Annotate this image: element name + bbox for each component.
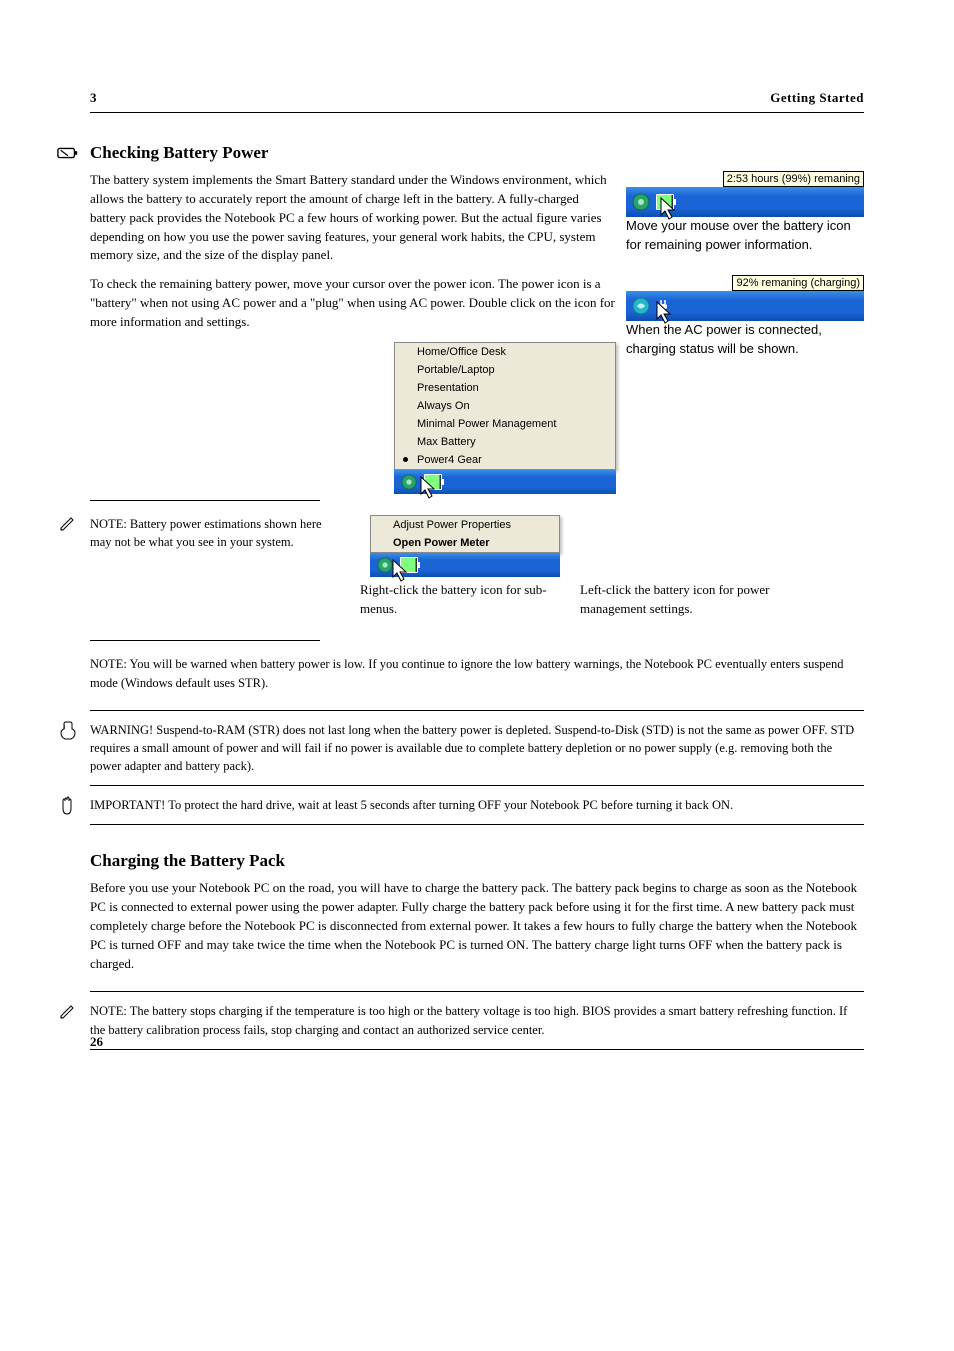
battery-tray-icon[interactable]	[656, 193, 674, 211]
power4gear-tray-icon[interactable]	[632, 193, 650, 211]
menu-item[interactable]: Portable/Laptop	[395, 361, 615, 379]
note-estimations: NOTE: Battery power estimations shown he…	[90, 515, 330, 551]
menu-item-adjust-power[interactable]: Adjust Power Properties	[371, 516, 559, 534]
tray-tooltip-remaining: 2:53 hours (99%) remaning Move your mous…	[626, 171, 864, 265]
header-section-title: Getting Started	[770, 90, 864, 106]
power4gear-tray-icon[interactable]	[400, 473, 418, 491]
power4gear-tray-icon[interactable]	[632, 297, 650, 315]
pencil-note-icon	[56, 1002, 80, 1025]
caption-rightclick: Right-click the battery icon for sub-men…	[360, 581, 550, 619]
battery-tray-icon[interactable]	[424, 473, 442, 491]
menu-item-selected[interactable]: Power4 Gear	[395, 451, 615, 469]
plug-tray-icon[interactable]	[656, 297, 674, 315]
warning-hot-icon	[56, 721, 80, 746]
power-scheme-menu[interactable]: Home/Office Desk Portable/Laptop Present…	[394, 342, 616, 470]
taskbar[interactable]	[394, 470, 616, 494]
tooltip-text: 2:53 hours (99%) remaning	[723, 171, 864, 187]
section-title-charge: Charging the Battery Pack	[90, 851, 864, 871]
menu-item[interactable]: Presentation	[395, 379, 615, 397]
battery-tray-icon[interactable]	[400, 556, 418, 574]
menu-item-open-power-meter[interactable]: Open Power Meter	[371, 534, 559, 552]
page-number: 26	[90, 1034, 103, 1050]
tray-tooltip-charging: 92% remaning (charging) When the AC powe…	[626, 275, 864, 369]
battery-icon	[56, 145, 80, 166]
battery-context-menu-block: Adjust Power Properties Open Power Meter	[370, 515, 560, 577]
note-low-battery: NOTE: You will be warned when battery po…	[90, 655, 864, 691]
caption-leftclick: Left-click the battery icon for power ma…	[580, 581, 802, 619]
battery-context-menu[interactable]: Adjust Power Properties Open Power Meter	[370, 515, 560, 553]
menu-item[interactable]: Always On	[395, 397, 615, 415]
tooltip-text-charging: 92% remaning (charging)	[732, 275, 864, 291]
charge-body: Before you use your Notebook PC on the r…	[90, 879, 864, 973]
important-text: IMPORTANT! To protect the hard drive, wa…	[90, 796, 864, 814]
menu-item[interactable]: Home/Office Desk	[395, 343, 615, 361]
power4gear-tray-icon[interactable]	[376, 556, 394, 574]
taskbar[interactable]	[370, 553, 560, 577]
power-scheme-menu-block: Home/Office Desk Portable/Laptop Present…	[394, 342, 616, 494]
taskbar[interactable]	[626, 291, 864, 321]
menu-item[interactable]: Max Battery	[395, 433, 615, 451]
taskbar[interactable]	[626, 187, 864, 217]
header-section-number: 3	[90, 90, 97, 106]
menu-item[interactable]: Minimal Power Management	[395, 415, 615, 433]
warning-text: WARNING! Suspend-to-RAM (STR) does not l…	[90, 721, 864, 775]
section-title-check: Checking Battery Power	[90, 143, 864, 163]
note-temperature: NOTE: The battery stops charging if the …	[90, 1002, 864, 1038]
caption-remaining: Move your mouse over the battery icon fo…	[626, 217, 864, 255]
stop-hand-icon	[56, 796, 80, 823]
caption-charging: When the AC power is connected, charging…	[626, 321, 864, 359]
pencil-note-icon	[56, 514, 80, 537]
